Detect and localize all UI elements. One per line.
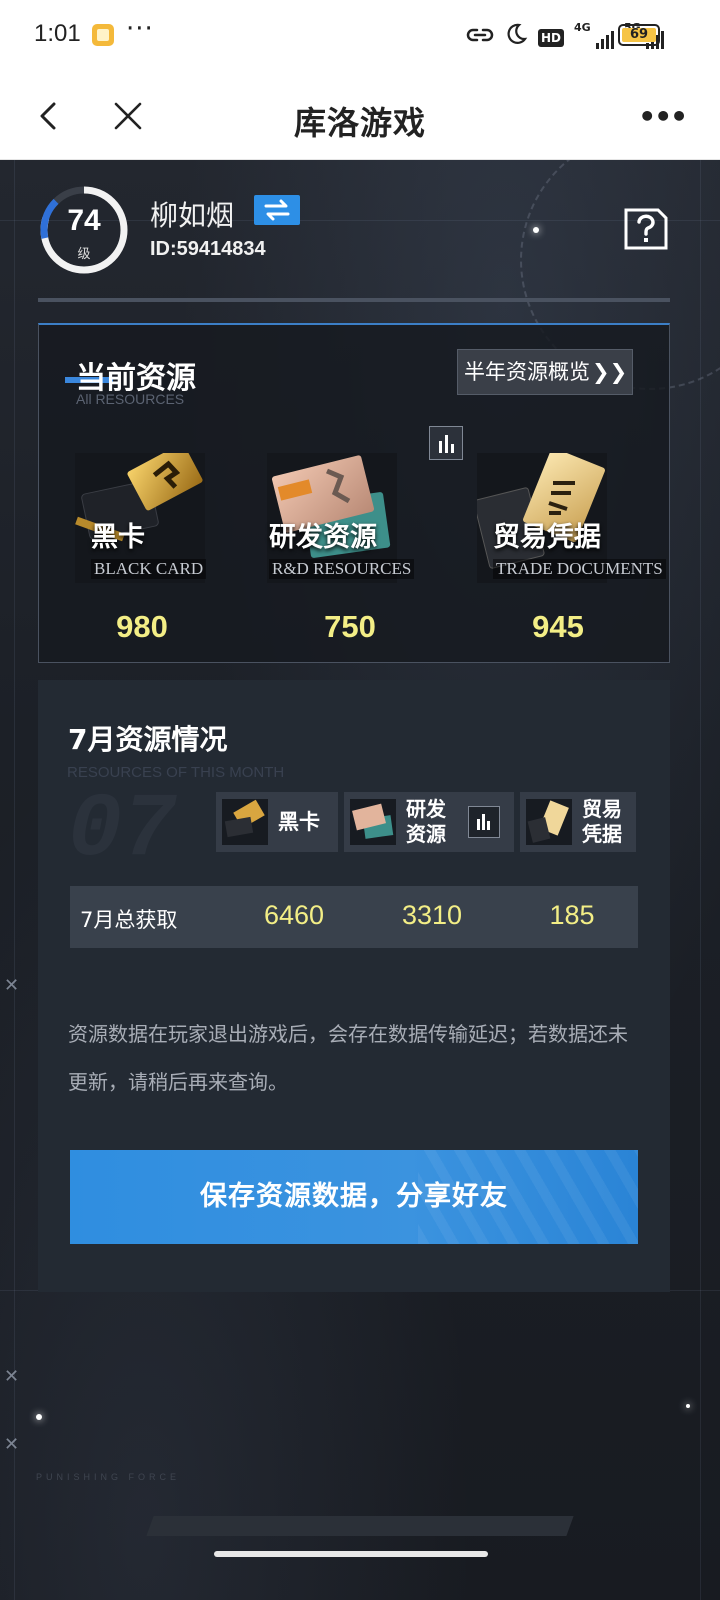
net-label-4g: 4G — [574, 20, 591, 34]
decor-star — [533, 227, 539, 233]
decor-cross-icon: ✕ — [4, 1434, 20, 1455]
status-bar: 1:01 ··· HD 4G 5G 69 — [0, 0, 720, 72]
battery-icon: 69 — [618, 24, 664, 46]
notification-app-icon — [92, 24, 114, 46]
row-value-rd: 3310 — [401, 900, 463, 930]
decor-line — [700, 160, 701, 1600]
player-name: 柳如烟 — [150, 199, 235, 232]
double-chevron-icon: ❯❯ — [592, 360, 628, 384]
stats-chart-icon[interactable] — [468, 806, 500, 838]
moon-icon — [504, 22, 528, 53]
resource-value-rd: 750 — [324, 609, 376, 644]
data-delay-note: 资源数据在玩家退出游戏后，会存在数据传输延迟；若数据还未更新，请稍后再来查询。 — [68, 1022, 628, 1094]
column-label: 贸易凭据 — [582, 797, 622, 846]
signal-4g-icon: 4G — [574, 21, 614, 49]
resource-name-en: R&D RESOURCES — [269, 559, 415, 579]
column-header-rd: 研发资源 — [344, 792, 514, 852]
battery-level: 69 — [622, 28, 656, 42]
current-resources-card: 当前资源 All RESOURCES 半年资源概览❯❯ 黑卡 BLACK CAR… — [38, 323, 670, 663]
decor-cross-icon: ✕ — [4, 975, 20, 996]
resource-name: 贸易凭据 — [493, 522, 601, 553]
status-more-dots: ··· — [126, 14, 154, 44]
row-value-black-card: 6460 — [263, 900, 325, 930]
column-label: 黑卡 — [278, 809, 320, 834]
monthly-resources-card: 07 7月资源情况 RESOURCES OF THIS MONTH 黑卡 研发资… — [38, 680, 670, 1292]
rd-thumb-icon — [350, 799, 396, 845]
home-indicator[interactable] — [214, 1551, 488, 1557]
help-button[interactable] — [622, 206, 670, 252]
page-title: 库洛游戏 — [293, 104, 426, 142]
trade-documents-thumb-icon — [526, 799, 572, 845]
resource-black-card: 黑卡 BLACK CARD — [75, 453, 225, 593]
level-unit: 级 — [77, 247, 91, 262]
link-icon — [466, 22, 494, 53]
decor-star — [686, 1404, 690, 1408]
monthly-subtitle: RESOURCES OF THIS MONTH — [67, 764, 285, 781]
row-value-trade-documents: 185 — [549, 900, 595, 930]
save-share-button[interactable]: 保存资源数据，分享好友 — [70, 1150, 638, 1244]
profile-divider — [38, 298, 670, 302]
brand-watermark: PUNISHING FORCE — [36, 1472, 181, 1482]
hd-icon: HD — [537, 28, 564, 47]
decor-star — [36, 1414, 42, 1420]
switch-account-button[interactable] — [254, 195, 300, 225]
column-header-black-card: 黑卡 — [216, 792, 338, 852]
status-time: 1:01 — [34, 20, 81, 47]
resource-value-black-card: 980 — [116, 609, 168, 644]
help-question-icon — [624, 208, 668, 250]
player-id: ID:59414834 — [150, 238, 266, 260]
more-menu-button[interactable]: ••• — [638, 100, 688, 133]
resource-rd: 研发资源 R&D RESOURCES — [267, 453, 417, 593]
decor-cross-icon: ✕ — [4, 1366, 20, 1387]
monthly-title: 7月资源情况 — [68, 723, 228, 756]
resource-name-en: BLACK CARD — [91, 559, 207, 579]
column-label: 研发资源 — [406, 797, 446, 846]
resource-name: 研发资源 — [269, 522, 377, 553]
section-subtitle: All RESOURCES — [76, 391, 185, 407]
month-watermark: 07 — [68, 780, 177, 882]
resource-name-en: TRADE DOCUMENTS — [493, 559, 666, 579]
column-header-trade-documents: 贸易凭据 — [520, 792, 636, 852]
black-card-thumb-icon — [222, 799, 268, 845]
top-nav-bar: 库洛游戏 ••• — [0, 72, 720, 160]
row-label: 7月总获取 — [80, 908, 178, 932]
level-number: 74 — [67, 204, 101, 237]
resource-trade-documents: 贸易凭据 TRADE DOCUMENTS — [477, 453, 666, 593]
resource-name: 黑卡 — [91, 522, 145, 553]
stats-chart-icon[interactable] — [429, 426, 463, 460]
save-share-button-label: 保存资源数据，分享好友 — [200, 1181, 508, 1212]
monthly-total-row: 7月总获取 6460 3310 185 — [70, 886, 638, 948]
half-year-overview-button[interactable]: 半年资源概览❯❯ — [457, 349, 633, 395]
resource-value-trade-documents: 945 — [532, 609, 584, 644]
bottom-decor-bar — [146, 1516, 574, 1536]
overview-button-label: 半年资源概览 — [464, 360, 590, 384]
swap-arrows-icon — [264, 199, 290, 221]
